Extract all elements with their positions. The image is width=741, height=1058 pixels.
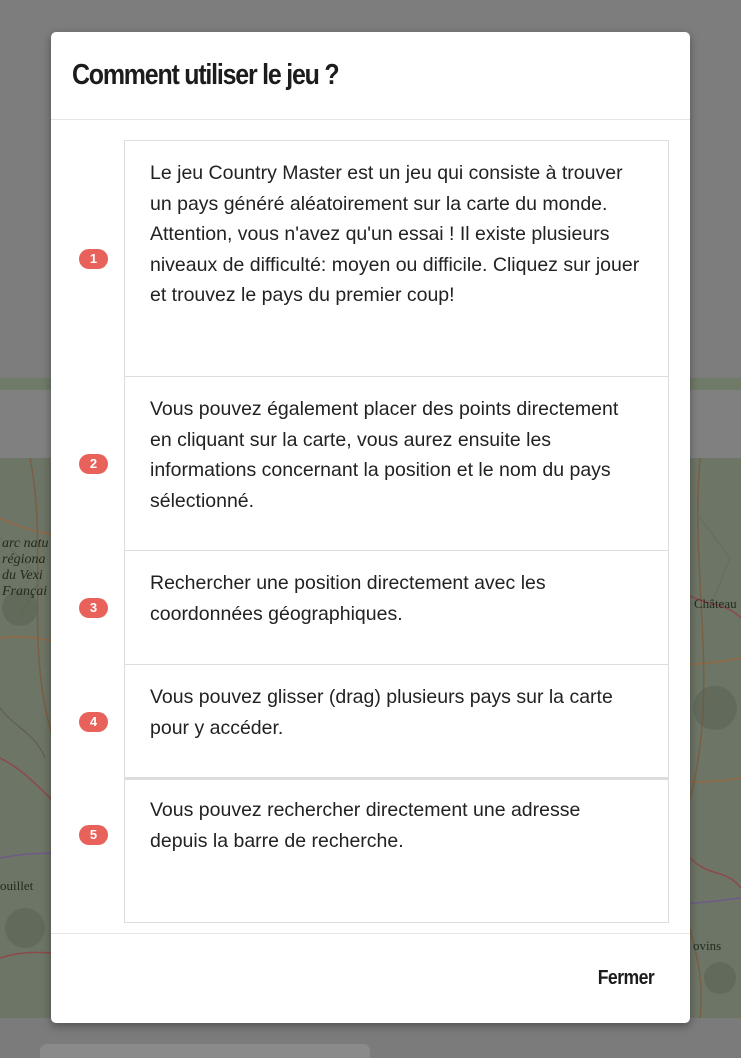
step-number-badge: 4 <box>79 712 108 732</box>
map-label-park-line: du Vexi <box>2 568 43 583</box>
step-item: 1 Le jeu Country Master est un jeu qui c… <box>79 140 669 377</box>
step-item: 5 Vous pouvez rechercher directement une… <box>79 777 669 923</box>
map-label-park-line: régiona <box>2 552 46 567</box>
map-label-park-line: arc natu <box>2 536 49 551</box>
map-label-provins: ovins <box>693 938 722 953</box>
close-button[interactable]: Fermer <box>597 967 654 990</box>
map-label-chateau: Château <box>694 596 737 611</box>
modal-footer: Fermer <box>51 933 690 1023</box>
step-text: Vous pouvez rechercher directement une a… <box>150 799 581 852</box>
step-text: Le jeu Country Master est un jeu qui con… <box>150 162 640 306</box>
step-text: Rechercher une position directement avec… <box>150 572 546 625</box>
step-number-badge: 1 <box>79 249 108 269</box>
step-text: Vous pouvez également placer des points … <box>150 398 619 512</box>
modal-title: Comment utiliser le jeu ? <box>72 59 340 91</box>
help-modal: Comment utiliser le jeu ? 1 Le jeu Count… <box>51 32 690 1023</box>
map-label-rambouillet: ouillet <box>0 878 34 893</box>
step-item: 2 Vous pouvez également placer des point… <box>79 376 669 551</box>
step-number-badge: 3 <box>79 598 108 618</box>
step-item: 3 Rechercher une position directement av… <box>79 550 669 665</box>
step-number-badge: 5 <box>79 825 108 845</box>
modal-header: Comment utiliser le jeu ? <box>51 32 690 120</box>
step-item: 4 Vous pouvez glisser (drag) plusieurs p… <box>79 664 669 778</box>
step-text: Vous pouvez glisser (drag) plusieurs pay… <box>150 686 613 739</box>
map-label-park-line: Françai <box>2 584 48 599</box>
bottom-bar <box>40 1044 370 1058</box>
map-label-park: arc natu régiona du Vexi Françai <box>2 536 49 600</box>
step-number-badge: 2 <box>79 454 108 474</box>
